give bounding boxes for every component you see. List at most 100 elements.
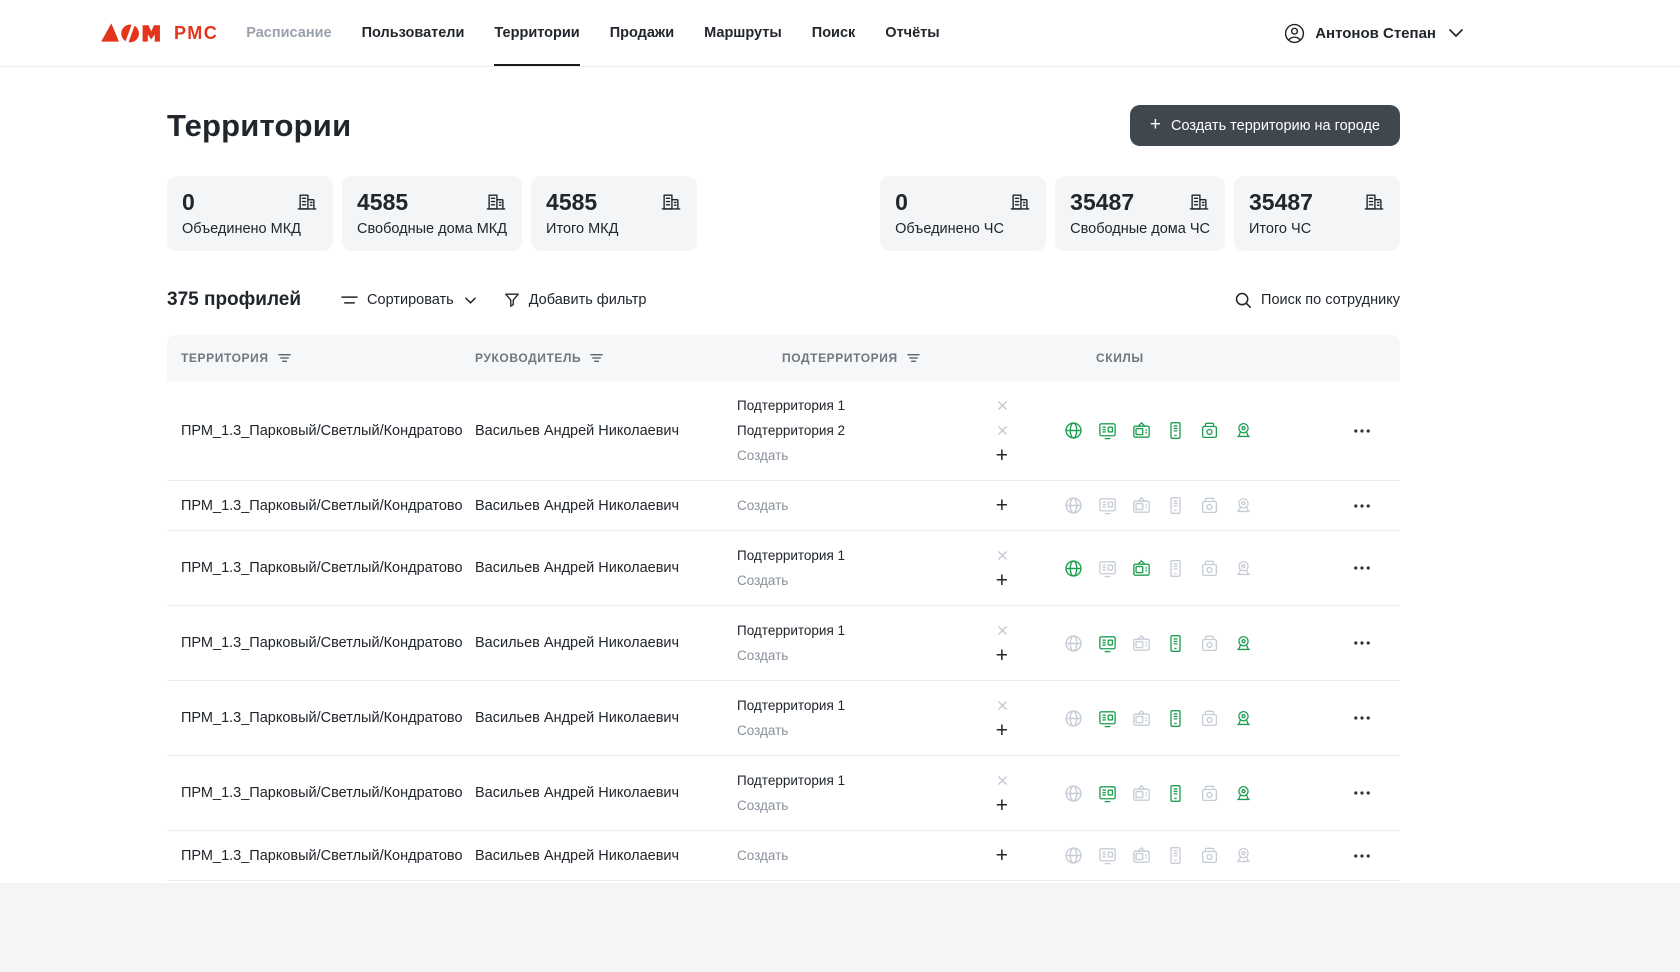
- phone-icon: [1199, 783, 1220, 804]
- stat-value: 35487: [1249, 189, 1313, 215]
- manager-cell: Васильев Андрей Николаевич: [475, 560, 680, 576]
- phone-icon: [1199, 845, 1220, 866]
- add-subterritory-button[interactable]: +: [994, 843, 1010, 868]
- create-subterritory-label: Создать: [737, 848, 789, 863]
- stat-label: Итого ЧС: [1249, 221, 1312, 237]
- skills-cell: [1033, 558, 1352, 579]
- skills-cell: [1033, 420, 1352, 441]
- create-subterritory-label: Создать: [737, 798, 789, 813]
- iptv-icon: [1097, 845, 1118, 866]
- top-bar: РМС Расписание Пользователи Территории Прод…: [0, 0, 1680, 67]
- toolbar: 375 профилей Сортировать Добавить фильтр: [167, 289, 1400, 311]
- stats-group-chs: 0 Объединено ЧС 35487 Свободные дома ЧС 3548…: [880, 176, 1400, 251]
- nav-item-routes[interactable]: Маршруты: [704, 0, 782, 66]
- nav-item-sales[interactable]: Продажи: [610, 0, 674, 66]
- nav-item-users[interactable]: Пользователи: [362, 0, 465, 66]
- nav-item-territories[interactable]: Территории: [494, 0, 580, 66]
- skills-cell: [1033, 708, 1352, 729]
- stat-card: 35487 Итого ЧС: [1234, 176, 1400, 251]
- nav-item-reports[interactable]: Отчёты: [885, 0, 939, 66]
- manager-cell: Васильев Андрей Николаевич: [475, 710, 680, 726]
- sort-button[interactable]: Сортировать: [341, 292, 476, 308]
- phone-icon: [1199, 558, 1220, 579]
- stat-card: 4585 Свободные дома МКД: [342, 176, 523, 251]
- subterritory-label: Подтерритория 2: [737, 423, 846, 438]
- main-content: Территории + Создать территорию на город…: [167, 105, 1400, 883]
- internet-icon: [1063, 420, 1084, 441]
- row-menu-button[interactable]: [1352, 562, 1372, 574]
- stat-card: 0 Объединено ЧС: [880, 176, 1047, 251]
- receipt-icon: [1165, 633, 1186, 654]
- iptv-icon: [1097, 495, 1118, 516]
- row-menu-button[interactable]: [1352, 500, 1372, 512]
- row-menu-button[interactable]: [1352, 425, 1372, 437]
- filter-icon: [504, 292, 520, 308]
- internet-icon: [1063, 845, 1084, 866]
- actions-cell: [1352, 787, 1400, 799]
- tv-icon: [1131, 708, 1152, 729]
- nav-item-search[interactable]: Поиск: [812, 0, 856, 66]
- create-subterritory-label: Создать: [737, 448, 789, 463]
- plus-icon: +: [1149, 114, 1162, 135]
- page-title: Территории: [167, 107, 352, 143]
- receipt-icon: [1165, 420, 1186, 441]
- territory-cell: ПРМ_1.3_Парковый/Светлый/Кондратово: [181, 635, 463, 651]
- column-label: СКИЛЫ: [1096, 351, 1144, 365]
- remove-subterritory-button[interactable]: [995, 548, 1010, 563]
- actions-cell: [1352, 562, 1400, 574]
- ellipsis-icon: [1354, 503, 1370, 508]
- camera-icon: [1233, 708, 1254, 729]
- actions-cell: [1352, 712, 1400, 724]
- remove-subterritory-button[interactable]: [995, 623, 1010, 638]
- add-subterritory-button[interactable]: +: [994, 493, 1010, 518]
- manager-cell: Васильев Андрей Николаевич: [475, 497, 680, 514]
- subterritory-label: Подтерритория 1: [737, 773, 846, 788]
- internet-icon: [1063, 558, 1084, 579]
- add-subterritory-button[interactable]: +: [994, 443, 1010, 468]
- create-territory-button[interactable]: + Создать территорию на городе: [1129, 105, 1400, 146]
- add-filter-button[interactable]: Добавить фильтр: [504, 292, 646, 308]
- add-subterritory-button[interactable]: +: [994, 643, 1010, 668]
- territory-cell: ПРМ_1.3_Парковый/Светлый/Кондратово: [181, 785, 463, 801]
- add-subterritory-button[interactable]: +: [994, 568, 1010, 593]
- logo[interactable]: РМС: [100, 0, 218, 66]
- column-label: ПОДТЕРРИТОРИЯ: [782, 351, 898, 365]
- close-icon: [997, 550, 1008, 561]
- subterritory-cell: Подтерритория 1 Создать +: [737, 768, 1033, 818]
- remove-subterritory-button[interactable]: [995, 773, 1010, 788]
- user-name: Антонов Степан: [1315, 24, 1436, 42]
- remove-subterritory-button[interactable]: [995, 423, 1010, 438]
- actions-cell: [1352, 850, 1400, 862]
- nav-item-schedule[interactable]: Расписание: [246, 0, 331, 66]
- column-filter-icon[interactable]: [907, 353, 920, 363]
- brand-mark-icon: [101, 22, 160, 45]
- table-row: ПРМ_1.3_Парковый/Светлый/Кондратово Васи…: [167, 381, 1400, 481]
- row-menu-button[interactable]: [1352, 712, 1372, 724]
- employee-search-button[interactable]: Поиск по сотруднику: [1234, 291, 1400, 309]
- stat-value: 0: [182, 189, 195, 215]
- remove-subterritory-button[interactable]: [995, 698, 1010, 713]
- stat-value: 35487: [1070, 189, 1135, 215]
- column-header-manager: РУКОВОДИТЕЛЬ: [475, 351, 737, 365]
- table-header: ТЕРРИТОРИЯ РУКОВОДИТЕЛЬ ПОДТЕРРИТОРИЯ СК…: [167, 335, 1400, 381]
- subterritory-label: Подтерритория 1: [737, 398, 846, 413]
- column-label: РУКОВОДИТЕЛЬ: [475, 351, 582, 365]
- add-subterritory-button[interactable]: +: [994, 793, 1010, 818]
- column-filter-icon[interactable]: [277, 353, 291, 363]
- user-avatar-icon: [1283, 22, 1306, 45]
- column-header-subterritory: ПОДТЕРРИТОРИЯ: [737, 351, 1033, 365]
- column-filter-icon[interactable]: [590, 353, 603, 363]
- actions-cell: [1352, 425, 1400, 437]
- remove-subterritory-button[interactable]: [995, 398, 1010, 413]
- create-subterritory-row: Создать +: [737, 568, 1010, 593]
- user-menu[interactable]: Антонов Степан: [1283, 0, 1463, 66]
- table-row: ПРМ_1.3_Парковый/Светлый/Кондратово Васи…: [167, 831, 1400, 881]
- add-subterritory-button[interactable]: +: [994, 718, 1010, 743]
- subterritory-cell: Создать +: [737, 843, 1033, 868]
- row-menu-button[interactable]: [1352, 850, 1372, 862]
- row-menu-button[interactable]: [1352, 787, 1372, 799]
- row-menu-button[interactable]: [1352, 637, 1372, 649]
- stat-label: Свободные дома ЧС: [1070, 221, 1210, 237]
- search-icon: [1234, 291, 1252, 309]
- subterritory-item: Подтерритория 1: [737, 543, 1010, 568]
